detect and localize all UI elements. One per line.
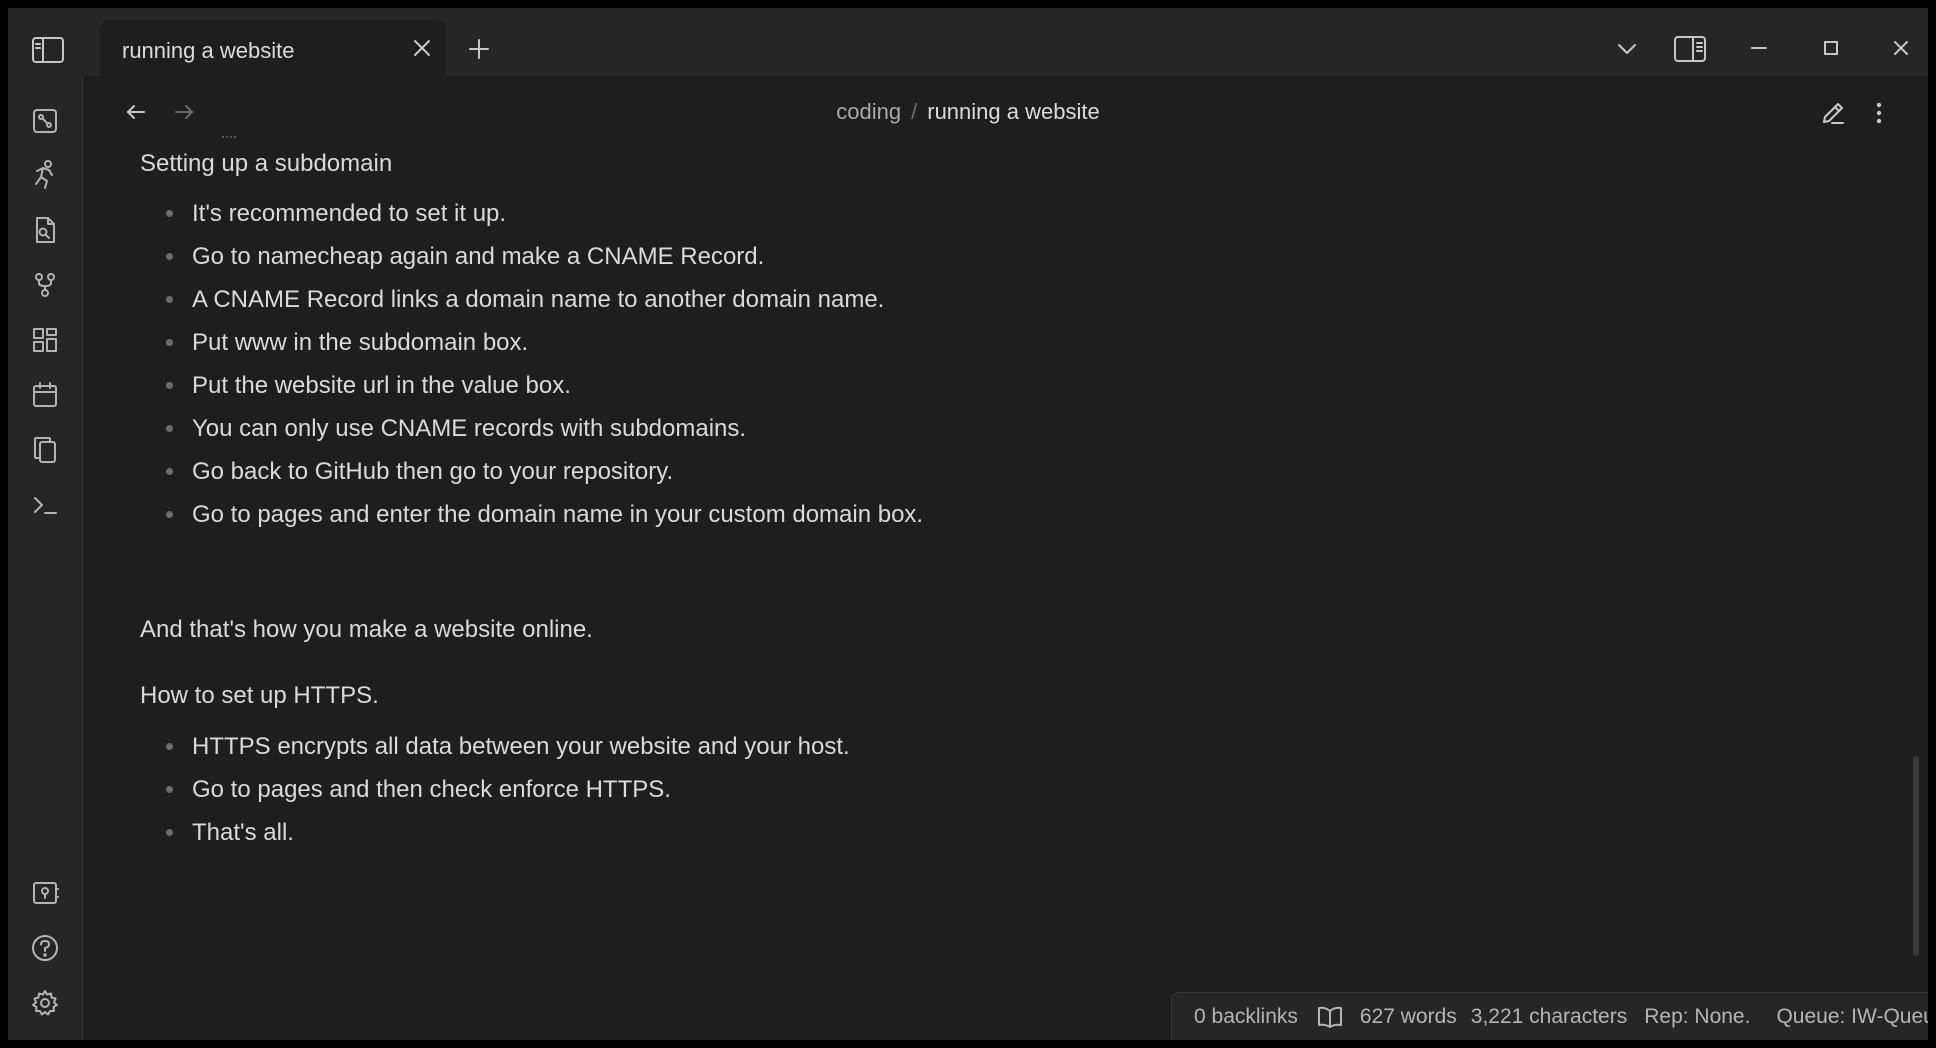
tab-active[interactable]: running a website: [100, 20, 446, 76]
list-item: That's all.: [140, 811, 850, 854]
paragraph-subdomain-heading: Setting up a subdomain: [140, 150, 393, 177]
list-item: A CNAME Record links a domain name to an…: [140, 278, 923, 321]
search-file-icon[interactable]: [26, 211, 64, 249]
breadcrumb: coding / running a website: [8, 96, 1928, 128]
scrollbar-thumb[interactable]: [1913, 756, 1919, 956]
list-item: Go to pages and enter the domain name in…: [140, 493, 923, 536]
list-item: Go to namecheap again and make a CNAME R…: [140, 235, 923, 278]
right-sidebar-toggle-icon[interactable]: [1672, 32, 1708, 66]
paragraph-website-online: And that's how you make a website online…: [140, 616, 593, 643]
git-branch-icon[interactable]: [26, 266, 64, 304]
reading-view-icon[interactable]: [1316, 1005, 1344, 1029]
bullet-list-subdomain: It's recommended to set it up. Go to nam…: [140, 192, 923, 536]
app-window: running a website coding / running a web…: [8, 8, 1928, 1040]
vault-switch-icon[interactable]: [26, 874, 64, 912]
workout-icon[interactable]: [26, 156, 64, 194]
backlinks-count[interactable]: 0 backlinks: [1194, 1005, 1298, 1029]
maximize-icon[interactable]: [1802, 28, 1860, 68]
title-bar: running a website: [8, 8, 1928, 76]
breadcrumb-folder[interactable]: coding: [836, 99, 901, 124]
word-count: 627 words: [1359, 1005, 1457, 1028]
list-item: You can only use CNAME records with subd…: [140, 407, 923, 450]
clipped-text-fragment: [222, 128, 236, 138]
edit-pencil-icon[interactable]: [1816, 96, 1850, 130]
list-item: Put www in the subdomain box.: [140, 321, 923, 364]
dashboard-icon[interactable]: [26, 321, 64, 359]
paragraph-https-heading: How to set up HTTPS.: [140, 682, 379, 709]
breadcrumb-separator: /: [911, 99, 918, 124]
tab-title: running a website: [122, 38, 295, 63]
copy-files-icon[interactable]: [26, 431, 64, 469]
bullet-list-https: HTTPS encrypts all data between your web…: [140, 725, 850, 854]
sidebar-toggle-icon[interactable]: [30, 32, 66, 68]
character-count: 3,221 characters: [1470, 1005, 1628, 1028]
close-icon[interactable]: [408, 34, 436, 62]
calendar-icon[interactable]: [26, 376, 64, 414]
minimize-icon[interactable]: [1730, 28, 1788, 68]
settings-icon[interactable]: [26, 984, 64, 1022]
list-item: Go back to GitHub then go to your reposi…: [140, 450, 923, 493]
ribbon: [8, 76, 83, 1040]
queue-status[interactable]: Queue: IW-Queue: [1776, 1005, 1928, 1029]
terminal-icon[interactable]: [26, 486, 64, 524]
list-item: HTTPS encrypts all data between your web…: [140, 725, 850, 768]
chevron-down-icon[interactable]: [1612, 34, 1642, 64]
list-item: Put the website url in the value box.: [140, 364, 923, 407]
help-icon[interactable]: [26, 929, 64, 967]
plus-icon[interactable]: [462, 32, 496, 66]
list-item: Go to pages and then check enforce HTTPS…: [140, 768, 850, 811]
window-close-icon[interactable]: [1874, 28, 1928, 68]
list-item: It's recommended to set it up.: [140, 192, 923, 235]
status-bar: 0 backlinks 627 words 3,221 characters R…: [1171, 992, 1928, 1040]
rep-status[interactable]: Rep: None.: [1644, 1005, 1750, 1029]
more-options-icon[interactable]: [1864, 96, 1894, 130]
breadcrumb-note-title[interactable]: running a website: [927, 99, 1099, 124]
